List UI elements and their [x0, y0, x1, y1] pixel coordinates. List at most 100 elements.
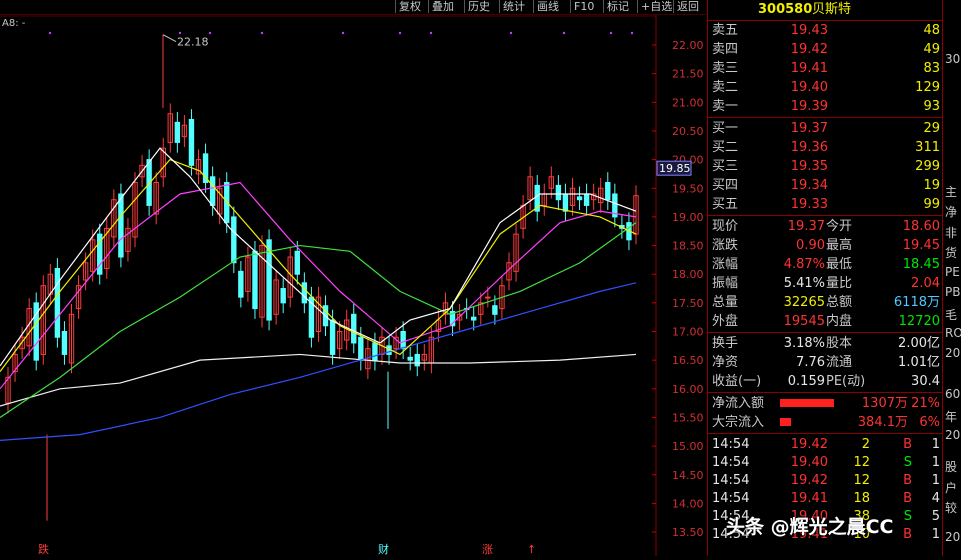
candle-body [358, 336, 364, 361]
side-label: RO [945, 326, 961, 340]
ask-price: 19.42 [790, 42, 828, 57]
event-marker: ↑ [527, 543, 536, 556]
candle-body [61, 331, 68, 355]
side-label: 年 [945, 410, 958, 424]
stat-label: 最低 [826, 257, 853, 272]
tick-price: 19.41 [790, 491, 828, 506]
side-label: 户 [945, 481, 958, 495]
stat-label: 涨跌 [712, 238, 739, 253]
stat-label: 内盘 [826, 314, 853, 329]
tick-count: 1 [931, 455, 940, 470]
flow-label: 净流入额 [712, 396, 765, 411]
chart-toolbar: 复权 叠加 历史 统计 画线 F10 标记 +自选 返回 [0, 0, 706, 15]
side-info-strip: 30 主净非货 PE PB 毛 RO 20 60 年 20 股户较 20 [942, 0, 961, 556]
candle-body [280, 288, 286, 304]
tick-row: 14:54 19.40 12 S 1 [708, 453, 943, 472]
tick-count: 1 [931, 473, 940, 488]
ask-label: 卖三 [712, 61, 739, 76]
signal-dot [630, 31, 634, 35]
toolbar-button[interactable]: 叠加 [428, 0, 457, 13]
candle-body [54, 267, 61, 338]
side-label: 60 [945, 387, 961, 401]
tick-price: 19.42 [790, 437, 828, 452]
tick-side: B [903, 437, 912, 452]
price-tick-label: 13.50 [672, 526, 704, 539]
stat-value: 4.87% [783, 257, 825, 272]
bid-label: 买四 [712, 178, 739, 193]
ask-price: 19.43 [790, 23, 828, 38]
tick-volume: 12 [853, 455, 870, 470]
stat-value: 5.41% [783, 276, 825, 291]
stat-value: 6118万 [893, 295, 940, 310]
signal-dot [562, 31, 566, 35]
side-label: 股 [945, 460, 958, 474]
flow-label: 大宗流入 [712, 415, 765, 430]
bid-price: 19.36 [790, 140, 828, 155]
stat-label: 总额 [826, 295, 853, 310]
high-price-label: 22.18 [177, 36, 209, 49]
fund-value: 7.76 [796, 355, 825, 370]
tick-side: B [903, 473, 912, 488]
event-marker: 涨 [482, 543, 493, 556]
current-price-label: 19.85 [659, 162, 691, 175]
flow-bar [780, 399, 834, 407]
stat-value: 18.45 [902, 257, 940, 272]
fund-flow-row: 净流入额 1307万 21% [708, 394, 943, 413]
fund-label: 股本 [826, 336, 853, 351]
side-label: 毛 [945, 308, 958, 322]
bid-volume: 99 [923, 197, 940, 212]
stat-label: 涨幅 [712, 257, 739, 272]
kline-chart[interactable]: 22.00 21.50 21.00 20.50 20.00 19.50 19.00 18.50… [0, 15, 706, 556]
stat-label: 振幅 [712, 276, 739, 291]
toolbar-button[interactable]: 历史 [464, 0, 493, 13]
order-book-bid-row: 买二 19.36 311 [708, 138, 943, 157]
fund-label: 换手 [712, 336, 739, 351]
price-tick-label: 17.00 [672, 326, 704, 339]
fund-label: 收益(一) [712, 374, 762, 389]
bid-volume: 29 [923, 121, 940, 136]
toolbar-button[interactable]: 复权 [395, 0, 424, 13]
price-tick-label: 15.00 [672, 440, 704, 453]
stat-value: 32265 [783, 295, 825, 310]
tick-time: 14:54 [712, 473, 750, 488]
indicator-label: A8: - [2, 18, 26, 29]
bid-volume: 299 [915, 159, 940, 174]
side-label: 货 [945, 246, 958, 260]
toolbar-button[interactable]: 返回 [673, 0, 702, 13]
fund-value: 30.4 [911, 374, 940, 389]
price-tick-label: 19.00 [672, 211, 704, 224]
toolbar-button[interactable]: 统计 [499, 0, 528, 13]
candle-body [301, 282, 308, 304]
stat-value: 19545 [783, 314, 825, 329]
ask-volume: 93 [923, 99, 940, 114]
signal-dot [609, 31, 613, 35]
flow-value: 384.1万 [857, 415, 908, 430]
toolbar-button[interactable]: 画线 [533, 0, 562, 13]
toolbar-button[interactable]: 标记 [603, 0, 632, 13]
divider [708, 215, 943, 216]
watermark: 头条 @辉光之晨CC [726, 516, 894, 538]
order-book-bid-row: 买五 19.33 99 [708, 195, 943, 214]
bid-label: 买一 [712, 121, 739, 136]
signal-dot [48, 31, 52, 35]
toolbar-button[interactable]: +自选 [637, 0, 675, 13]
tick-count: 1 [931, 437, 940, 452]
kline-svg: 22.0021.5021.0020.5020.0019.5019.0018.50… [0, 15, 704, 556]
ask-price: 19.40 [790, 80, 828, 95]
tick-time: 14:54 [712, 491, 750, 506]
tick-price: 19.40 [790, 455, 828, 470]
side-label: 20 [945, 530, 961, 544]
order-book-ask-row: 卖三 19.41 83 [708, 59, 943, 78]
candle-body [485, 296, 491, 299]
ask-volume: 83 [923, 61, 940, 76]
candle-body [188, 118, 195, 166]
side-label: 较 [945, 501, 958, 515]
ma30-line [0, 181, 637, 390]
divider [708, 433, 943, 434]
stat-label: 外盘 [712, 314, 739, 329]
bid-label: 买三 [712, 159, 739, 174]
ask-volume: 48 [923, 23, 940, 38]
toolbar-button[interactable]: F10 [570, 0, 597, 13]
high-pointer [162, 34, 177, 43]
side-label: 非 [945, 226, 958, 240]
